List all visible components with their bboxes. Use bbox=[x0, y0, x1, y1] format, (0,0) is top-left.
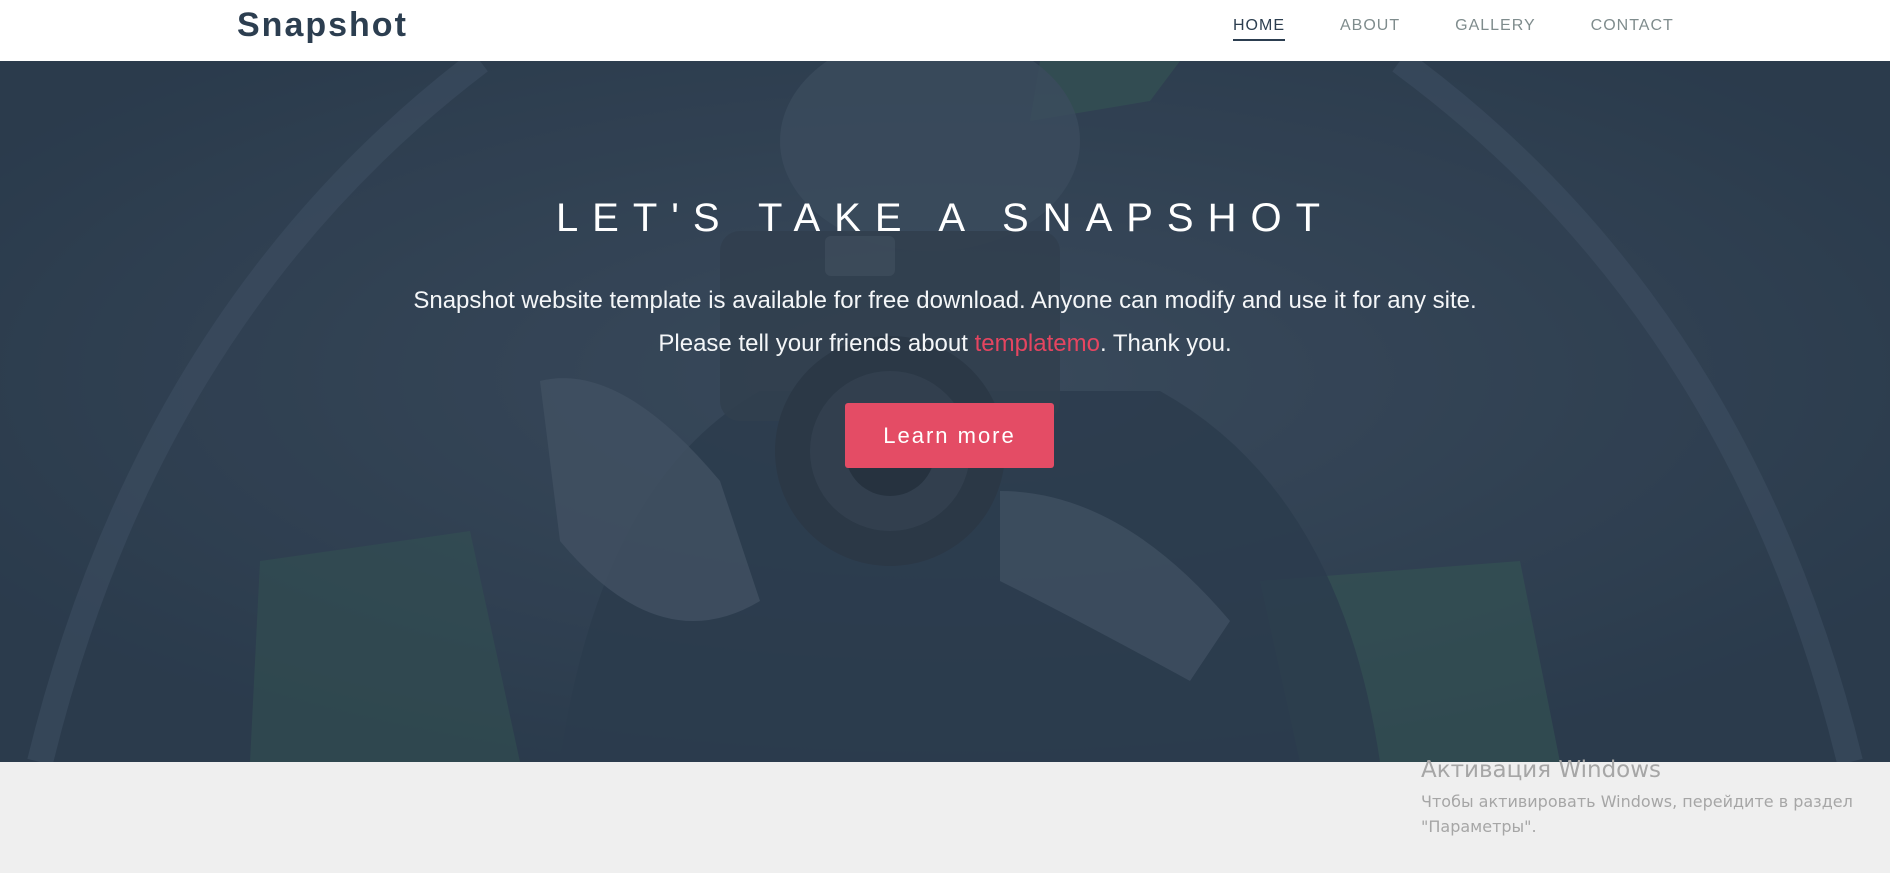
brand-logo[interactable]: Snapshot bbox=[237, 6, 408, 45]
hero-content: LET'S TAKE A SNAPSHOT Snapshot website t… bbox=[0, 61, 1890, 762]
nav-link-gallery[interactable]: GALLERY bbox=[1455, 0, 1536, 39]
nav-item-home: HOME bbox=[1233, 0, 1285, 61]
nav-menu: HOME ABOUT GALLERY CONTACT bbox=[1233, 0, 1729, 61]
navbar: Snapshot HOME ABOUT GALLERY CONTACT bbox=[0, 0, 1890, 61]
learn-more-button[interactable]: Learn more bbox=[845, 403, 1054, 468]
hero-line-1: Snapshot website template is available f… bbox=[413, 287, 1477, 314]
nav-link-about[interactable]: ABOUT bbox=[1340, 0, 1400, 39]
hero-section: LET'S TAKE A SNAPSHOT Snapshot website t… bbox=[0, 61, 1890, 762]
watermark-line-1: Чтобы активировать Windows, перейдите в … bbox=[1421, 792, 1853, 811]
watermark-title: Активация Windows bbox=[1421, 757, 1662, 783]
watermark-line-2: "Параметры". bbox=[1421, 817, 1537, 836]
hero-description: Snapshot website template is available f… bbox=[0, 279, 1890, 365]
watermark-text: Чтобы активировать Windows, перейдите в … bbox=[1421, 789, 1881, 839]
hero-line-2-prefix: Please tell your friends about bbox=[658, 330, 975, 357]
nav-item-contact: CONTACT bbox=[1591, 0, 1674, 61]
nav-item-gallery: GALLERY bbox=[1455, 0, 1536, 61]
windows-activation-watermark: Активация Windows Чтобы активировать Win… bbox=[1421, 757, 1881, 839]
hero-line-2-suffix: . Thank you. bbox=[1099, 330, 1232, 357]
nav-link-home[interactable]: HOME bbox=[1233, 0, 1285, 41]
nav-item-about: ABOUT bbox=[1340, 0, 1400, 61]
hero-title: LET'S TAKE A SNAPSHOT bbox=[555, 196, 1335, 240]
nav-link-contact[interactable]: CONTACT bbox=[1591, 0, 1674, 39]
templatemo-link[interactable]: templatemo bbox=[975, 330, 1100, 357]
